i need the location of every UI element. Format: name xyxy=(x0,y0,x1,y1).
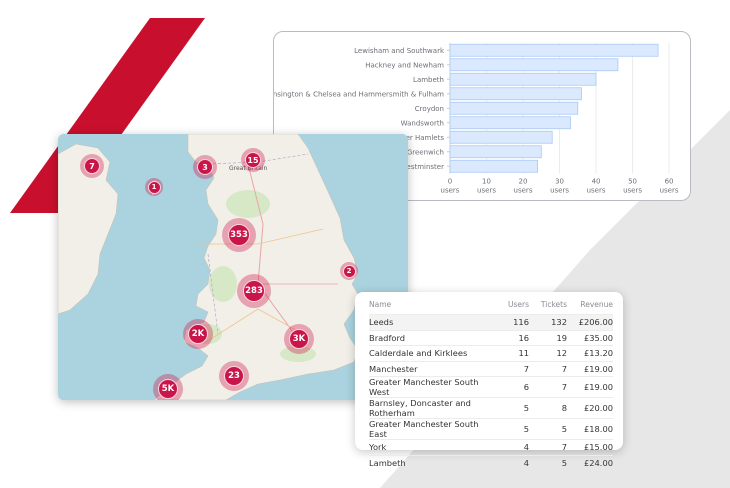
cluster-count: 283 xyxy=(243,280,265,302)
cluster-count: 2 xyxy=(342,264,356,278)
bar[interactable] xyxy=(449,72,597,86)
cell-revenue: £35.00 xyxy=(573,329,613,346)
cell-name: Lambeth xyxy=(369,454,495,470)
cell-name: Barnsley, Doncaster and Rotherham xyxy=(369,397,495,419)
cell-revenue: £20.00 xyxy=(573,397,613,419)
category-label: Wandsworth xyxy=(401,119,444,127)
cell-revenue: £206.00 xyxy=(573,314,613,330)
cluster-marker[interactable]: 1 xyxy=(145,178,163,196)
x-tick-label: 40 users xyxy=(587,178,606,195)
bar[interactable] xyxy=(449,116,571,130)
bar[interactable] xyxy=(449,43,659,57)
cluster-marker[interactable]: 15 xyxy=(241,148,265,172)
cell-tickets: 5 xyxy=(535,454,573,470)
bar[interactable] xyxy=(449,159,539,173)
cluster-count: 2K xyxy=(188,324,208,344)
cluster-marker[interactable]: 23 xyxy=(219,361,249,391)
table-row[interactable]: Greater Manchester South West 6 7 £19.00 xyxy=(369,376,613,398)
x-tick-label: 10 users xyxy=(477,178,496,195)
cell-users: 7 xyxy=(495,360,535,377)
table-row[interactable]: Greater Manchester South East 5 5 £18.00 xyxy=(369,418,613,440)
category-label: Hackney and Newham xyxy=(365,61,444,69)
category-label: Kensington & Chelsea and Hammersmith & F… xyxy=(274,90,444,98)
table-row[interactable]: Bradford 16 19 £35.00 xyxy=(369,329,613,346)
regions-table: Name Users Tickets Revenue Leeds 116 132… xyxy=(369,299,613,470)
category-label: Croydon xyxy=(415,105,444,113)
bar[interactable] xyxy=(449,101,579,115)
cell-tickets: 5 xyxy=(535,418,573,440)
cell-users: 4 xyxy=(495,454,535,470)
cell-revenue: £18.00 xyxy=(573,418,613,440)
cluster-count: 3 xyxy=(197,159,213,175)
x-tick-label: 30 users xyxy=(550,178,569,195)
cell-tickets: 8 xyxy=(535,397,573,419)
bar[interactable] xyxy=(449,87,582,101)
x-tick-label: 0 users xyxy=(441,178,460,195)
cell-revenue: £24.00 xyxy=(573,454,613,470)
x-tick-label: 20 users xyxy=(514,178,533,195)
regions-table-card: Name Users Tickets Revenue Leeds 116 132… xyxy=(355,292,623,470)
table-row[interactable]: Calderdale and Kirklees 11 12 £13.20 xyxy=(369,345,613,361)
cluster-marker[interactable]: 3K xyxy=(284,324,314,354)
cluster-marker[interactable]: 2K xyxy=(183,319,213,349)
cell-tickets: 132 xyxy=(535,314,573,330)
cell-users: 16 xyxy=(495,329,535,346)
cell-revenue: £15.00 xyxy=(573,439,613,455)
cell-revenue: £19.00 xyxy=(573,360,613,377)
cell-users: 5 xyxy=(495,397,535,419)
cell-users: 6 xyxy=(495,376,535,398)
cell-tickets: 19 xyxy=(535,329,573,346)
cell-users: 5 xyxy=(495,418,535,440)
column-header-users[interactable]: Users xyxy=(495,299,535,315)
cell-revenue: £13.20 xyxy=(573,345,613,361)
cluster-marker[interactable]: 2 xyxy=(340,262,358,280)
cell-name: Manchester xyxy=(369,360,495,377)
cell-tickets: 7 xyxy=(535,439,573,455)
bar[interactable] xyxy=(449,130,553,144)
table-header-row: Name Users Tickets Revenue xyxy=(369,299,613,315)
cell-name: Greater Manchester South West xyxy=(369,376,495,398)
cluster-count: 23 xyxy=(224,366,244,386)
cluster-marker[interactable]: 283 xyxy=(237,274,271,308)
table-row[interactable]: Lambeth 4 5 £24.00 xyxy=(369,454,613,470)
cluster-marker[interactable]: 7 xyxy=(80,154,104,178)
cluster-count: 353 xyxy=(228,224,250,246)
cell-users: 4 xyxy=(495,439,535,455)
bar[interactable] xyxy=(449,58,619,72)
column-header-revenue[interactable]: Revenue xyxy=(573,299,613,315)
cell-tickets: 12 xyxy=(535,345,573,361)
table-row[interactable]: York 4 7 £15.00 xyxy=(369,439,613,455)
category-label: Lambeth xyxy=(413,76,444,84)
cell-tickets: 7 xyxy=(535,360,573,377)
cluster-marker[interactable]: 3 xyxy=(193,155,217,179)
table-row[interactable]: Leeds 116 132 £206.00 xyxy=(369,314,613,330)
bar[interactable] xyxy=(449,145,542,159)
cell-users: 11 xyxy=(495,345,535,361)
cell-users: 116 xyxy=(495,314,535,330)
table-row[interactable]: Barnsley, Doncaster and Rotherham 5 8 £2… xyxy=(369,397,613,419)
cell-name: York xyxy=(369,439,495,455)
column-header-tickets[interactable]: Tickets xyxy=(535,299,573,315)
cluster-count: 5K xyxy=(158,379,178,399)
cell-name: Greater Manchester South East xyxy=(369,418,495,440)
cluster-marker[interactable]: 5K xyxy=(153,374,183,400)
x-tick-label: 60 users xyxy=(660,178,679,195)
cell-name: Calderdale and Kirklees xyxy=(369,345,495,361)
column-header-name[interactable]: Name xyxy=(369,299,495,315)
cluster-count: 1 xyxy=(147,180,161,194)
cell-name: Bradford xyxy=(369,329,495,346)
cluster-count: 3K xyxy=(289,329,309,349)
cell-tickets: 7 xyxy=(535,376,573,398)
marketing-composite: Lewisham and Southwark Hackney and Newham… xyxy=(0,0,730,488)
x-tick-label: 50 users xyxy=(623,178,642,195)
cluster-count: 7 xyxy=(84,158,100,174)
cell-name: Leeds xyxy=(369,314,495,330)
cluster-count: 15 xyxy=(245,152,261,168)
category-label: Lewisham and Southwark xyxy=(354,47,445,55)
cell-revenue: £19.00 xyxy=(573,376,613,398)
park-area xyxy=(226,190,270,218)
table-row[interactable]: Manchester 7 7 £19.00 xyxy=(369,360,613,377)
cluster-marker[interactable]: 353 xyxy=(222,218,256,252)
